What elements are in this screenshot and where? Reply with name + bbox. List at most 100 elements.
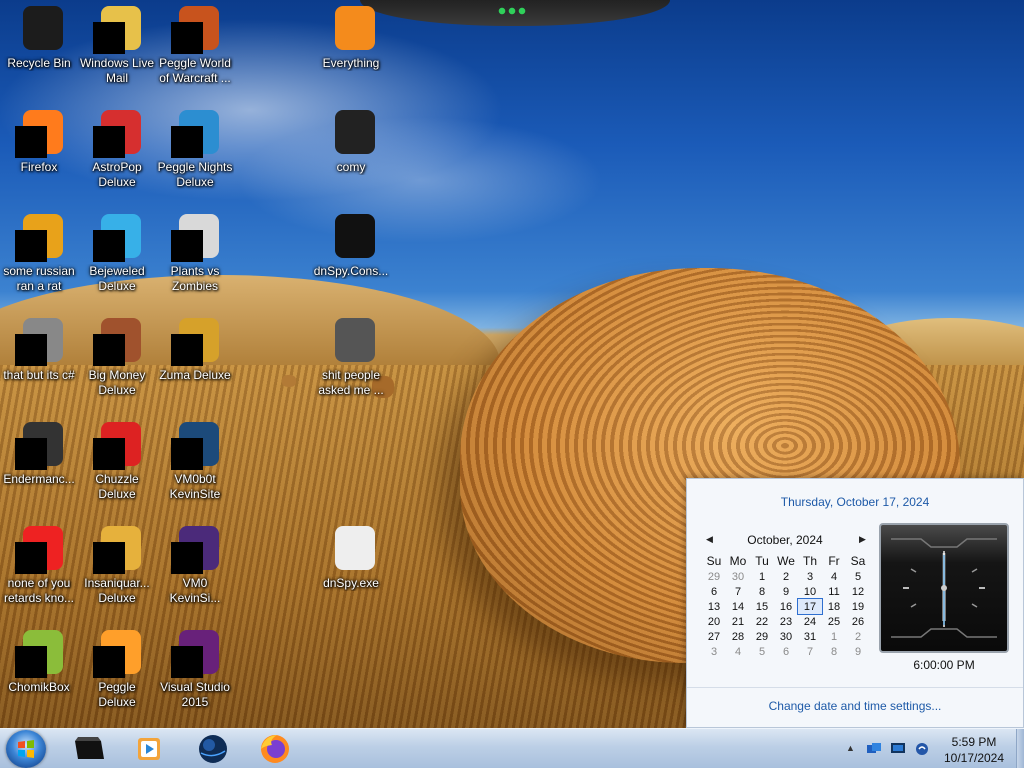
calendar-day[interactable]: 1 <box>750 569 774 584</box>
desktop-icon-label: some russian ran a rat <box>3 264 75 293</box>
dnspy-console-icon <box>327 212 375 260</box>
calendar-day[interactable]: 27 <box>702 629 726 644</box>
calendar-day[interactable]: 16 <box>774 599 798 614</box>
desktop-icon[interactable]: Windows Live Mail <box>78 0 156 100</box>
calendar-day[interactable]: 26 <box>846 614 870 629</box>
weekday-label: Su <box>706 554 722 568</box>
explorer-taskbar-button[interactable] <box>64 731 114 767</box>
change-date-time-settings-link[interactable]: Change date and time settings... <box>687 699 1023 713</box>
desktop-icon[interactable]: comy <box>312 104 390 204</box>
calendar-day[interactable]: 14 <box>726 599 750 614</box>
desktop-icon[interactable]: Chuzzle Deluxe <box>78 416 156 516</box>
calendar-day[interactable]: 25 <box>822 614 846 629</box>
action-center-icon[interactable] <box>914 742 930 756</box>
desktop-icon[interactable]: Peggle Deluxe <box>78 624 156 724</box>
calendar-day[interactable]: 31 <box>798 629 822 644</box>
media-player-taskbar-button[interactable] <box>124 731 174 767</box>
desktop-icon[interactable]: Big Money Deluxe <box>78 312 156 412</box>
calendar-day[interactable]: 11 <box>822 584 846 599</box>
desktop-icon[interactable]: Everything <box>312 0 390 100</box>
desktop-icon[interactable]: Recycle Bin <box>0 0 78 100</box>
desktop-icon[interactable]: Visual Studio 2015 <box>156 624 234 724</box>
desktop-icon[interactable]: that but its c# <box>0 312 78 412</box>
calendar-day[interactable]: 20 <box>702 614 726 629</box>
dnspy-exe-icon <box>327 524 375 572</box>
next-month-icon[interactable]: ▶ <box>859 534 866 545</box>
calendar-day[interactable]: 23 <box>774 614 798 629</box>
desktop-icon[interactable]: Plants vs Zombies <box>156 208 234 308</box>
calendar-month-title[interactable]: October, 2024 <box>727 533 843 547</box>
calendar-day[interactable]: 1 <box>822 629 846 644</box>
desktop[interactable]: Recycle Bin Windows Live Mail Peggle World… <box>0 0 1024 728</box>
calendar-day[interactable]: 29 <box>702 569 726 584</box>
calendar-day[interactable]: 9 <box>846 644 870 659</box>
desktop-icon[interactable]: Bejeweled Deluxe <box>78 208 156 308</box>
windows-logo-icon <box>18 740 34 758</box>
desktop-icon[interactable]: dnSpy.exe <box>312 520 390 620</box>
calendar-day[interactable]: 21 <box>726 614 750 629</box>
network-icon[interactable] <box>866 742 882 756</box>
calendar-day[interactable]: 4 <box>726 644 750 659</box>
calendar-day[interactable]: 28 <box>726 629 750 644</box>
calendar-day[interactable]: 7 <box>726 584 750 599</box>
start-button[interactable] <box>6 730 46 768</box>
desktop-icon[interactable]: ChomikBox <box>0 624 78 724</box>
calendar-day[interactable]: 6 <box>702 584 726 599</box>
tray-clock-time[interactable]: 5:59 PM <box>932 735 1016 749</box>
desktop-icon[interactable]: Insaniquar... Deluxe <box>78 520 156 620</box>
calendar-day[interactable]: 5 <box>846 569 870 584</box>
calendar-day[interactable]: 13 <box>702 599 726 614</box>
calendar-day[interactable]: 17 <box>797 598 823 615</box>
desktop-icon[interactable]: shit people asked me ... <box>312 312 390 412</box>
globe-browser-taskbar-button[interactable] <box>188 731 238 767</box>
desktop-icon[interactable]: dnSpy.Cons... <box>312 208 390 308</box>
calendar-date-header[interactable]: Thursday, October 17, 2024 <box>687 495 1023 509</box>
calendar-day[interactable]: 30 <box>774 629 798 644</box>
calendar-day[interactable]: 3 <box>798 569 822 584</box>
desktop-icon[interactable]: VM0b0t KevinSite <box>156 416 234 516</box>
desktop-icon-label: comy <box>336 160 366 174</box>
desktop-icon-label: VM0b0t KevinSite <box>169 472 221 501</box>
calendar-day[interactable]: 22 <box>750 614 774 629</box>
calendar-day[interactable]: 8 <box>750 584 774 599</box>
desktop-icon[interactable]: Peggle World of Warcraft ... <box>156 0 234 100</box>
calendar-day[interactable]: 7 <box>798 644 822 659</box>
calendar-day[interactable]: 18 <box>822 599 846 614</box>
desktop-icon[interactable]: Endermanc... <box>0 416 78 516</box>
calendar-day[interactable]: 6 <box>774 644 798 659</box>
show-hidden-icons-icon[interactable]: ▲ <box>846 743 855 753</box>
calendar-day[interactable]: 9 <box>774 584 798 599</box>
show-desktop-button[interactable] <box>1016 729 1024 768</box>
desktop-icon[interactable]: Firefox <box>0 104 78 204</box>
weekday-row: Su Mo Tu We Th Fr Sa <box>702 553 870 569</box>
previous-month-icon[interactable]: ◀ <box>706 534 713 545</box>
calendar-day[interactable]: 30 <box>726 569 750 584</box>
calendar-week: 6 7 8 9 10 11 12 <box>702 584 870 599</box>
calendar-day[interactable]: 12 <box>846 584 870 599</box>
calendar-day[interactable]: 10 <box>798 584 822 599</box>
media-player-icon <box>138 738 160 760</box>
desktop-icon[interactable]: Zuma Deluxe <box>156 312 234 412</box>
desktop-icon[interactable]: VM0 KevinSi... <box>156 520 234 620</box>
calendar-day[interactable]: 5 <box>750 644 774 659</box>
desktop-icon[interactable]: some russian ran a rat <box>0 208 78 308</box>
calendar-day[interactable]: 15 <box>750 599 774 614</box>
calendar-day[interactable]: 29 <box>750 629 774 644</box>
calendar-day[interactable]: 8 <box>822 644 846 659</box>
calendar-day[interactable]: 4 <box>822 569 846 584</box>
visual-studio-2015-icon <box>171 628 219 678</box>
desktop-icon[interactable]: none of you retards kno... <box>0 520 78 620</box>
calendar-day[interactable]: 2 <box>774 569 798 584</box>
tray-clock-date[interactable]: 10/17/2024 <box>932 751 1016 765</box>
desktop-icon[interactable]: AstroPop Deluxe <box>78 104 156 204</box>
vm0b0t-kevinsite-icon <box>171 420 219 470</box>
calendar-day[interactable]: 2 <box>846 629 870 644</box>
calendar-day[interactable]: 3 <box>702 644 726 659</box>
firefox-taskbar-button[interactable] <box>250 731 300 767</box>
weekday-label: Tu <box>755 554 769 568</box>
calendar-day[interactable]: 24 <box>798 614 822 629</box>
display-icon[interactable] <box>890 742 906 756</box>
calendar-day[interactable]: 19 <box>846 599 870 614</box>
desktop-icon[interactable]: Peggle Nights Deluxe <box>156 104 234 204</box>
desktop-icon-label: Recycle Bin <box>7 56 71 70</box>
